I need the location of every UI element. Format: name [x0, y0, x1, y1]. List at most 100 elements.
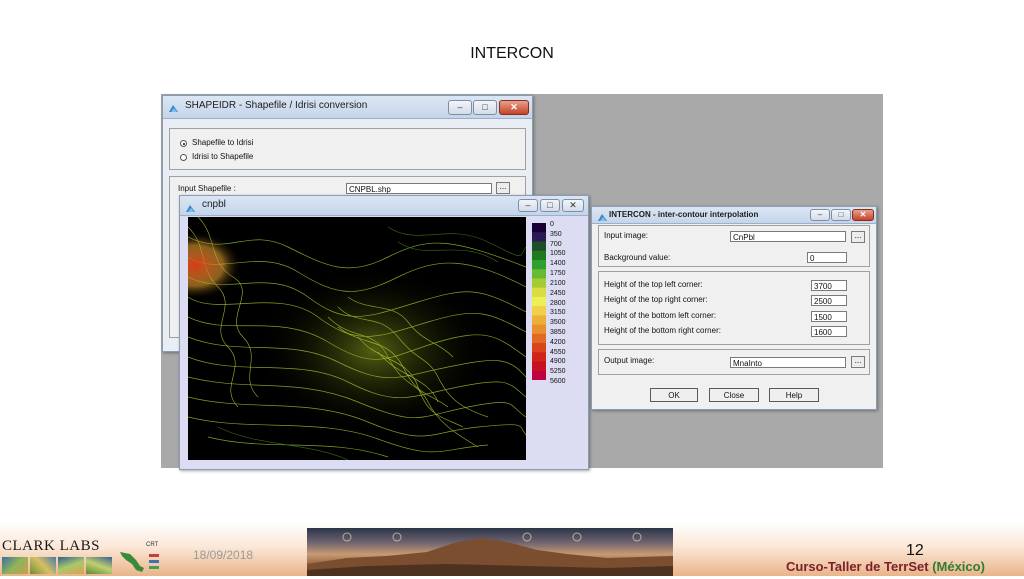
idrisi-app-icon	[185, 201, 196, 212]
input-shapefile-label: Input Shapefile :	[178, 184, 236, 193]
option-label: Idrisi to Shapefile	[192, 152, 254, 161]
corner-heights-group: Height of the top left corner: 3700 Heig…	[598, 271, 870, 345]
legend-label: 4200	[550, 338, 566, 346]
legend-swatch	[532, 296, 546, 307]
legend-label: 3850	[550, 328, 566, 336]
landscape-banner	[307, 528, 673, 576]
legend-swatch	[532, 223, 546, 233]
conversion-type-group: Shapefile to Idrisi Idrisi to Shapefile	[169, 128, 526, 170]
legend-swatch	[532, 370, 546, 380]
legend-swatch	[532, 343, 546, 353]
mexico-map-icon	[118, 548, 146, 574]
input-group: Input image: CnPbl ... Background value:…	[598, 225, 870, 267]
legend-swatch	[532, 259, 546, 270]
close-icon[interactable]: ✕	[852, 209, 874, 221]
thumbnail-image	[30, 557, 56, 574]
ok-button[interactable]: OK	[650, 388, 698, 402]
input-image-label: Input image:	[604, 231, 649, 240]
legend-labels: 0 350 700 1050 1400 1750 2100 2450 2800 3150 3500 3…	[550, 220, 586, 385]
top-right-label: Height of the top right corner:	[604, 295, 708, 304]
legend-swatch	[532, 250, 546, 261]
close-button[interactable]: Close	[709, 388, 759, 402]
logo-thumbnails	[2, 557, 114, 574]
legend-label: 350	[550, 230, 562, 238]
output-group: Output image: MnaInto ...	[598, 349, 870, 375]
cnpbl-window: cnpbl – □ ✕ 0 350 700 1050 1400 1750 210…	[179, 195, 589, 470]
close-icon[interactable]: ✕	[562, 199, 584, 212]
legend-swatch	[532, 306, 546, 316]
input-image-field[interactable]: CnPbl	[730, 231, 846, 242]
legend-label: 3150	[550, 309, 566, 317]
background-value-field[interactable]: 0	[807, 252, 847, 263]
minimize-icon[interactable]: –	[810, 209, 830, 221]
legend-label: 4550	[550, 348, 566, 356]
window-title: cnpbl	[202, 199, 226, 210]
shapeidr-titlebar[interactable]: SHAPEIDR - Shapefile / Idrisi conversion…	[163, 96, 532, 119]
legend-label: 700	[550, 240, 562, 248]
thumbnail-image	[2, 557, 28, 574]
crt-logo-icon	[148, 552, 160, 572]
radio-shapefile-to-idrisi[interactable]	[180, 140, 187, 147]
browse-input-button[interactable]: ...	[851, 231, 865, 243]
top-left-label: Height of the top left corner:	[604, 280, 703, 289]
slide-footer: CLARK LABS CRT 18/09/2018 12 Curso-Talle…	[0, 522, 1024, 576]
option-label: Shapefile to Idrisi	[192, 138, 254, 147]
output-image-field[interactable]: MnaInto	[730, 357, 846, 368]
legend-swatch	[532, 278, 546, 289]
slide-title: INTERCON	[470, 45, 554, 62]
legend-label: 4900	[550, 358, 566, 366]
legend-swatch	[532, 352, 546, 363]
window-title: INTERCON - inter-contour interpolation	[609, 210, 759, 219]
output-image-label: Output image:	[604, 356, 655, 365]
idrisi-app-icon	[597, 210, 608, 221]
bottom-left-label: Height of the bottom left corner:	[604, 311, 717, 320]
legend-label: 2450	[550, 289, 566, 297]
thumbnail-image	[86, 557, 112, 574]
legend-label: 1050	[550, 250, 566, 258]
legend-swatch	[532, 232, 546, 242]
contour-map[interactable]	[188, 217, 526, 460]
slide-date: 18/09/2018	[193, 548, 254, 562]
legend-label: 5600	[550, 378, 566, 385]
course-name: Curso-Taller de TerrSet (México)	[786, 559, 985, 574]
window-title: SHAPEIDR - Shapefile / Idrisi conversion	[185, 100, 368, 111]
page-number: 12	[906, 542, 924, 559]
minimize-icon[interactable]: –	[448, 100, 472, 115]
bottom-left-field[interactable]: 1500	[811, 311, 847, 322]
help-button[interactable]: Help	[769, 388, 819, 402]
top-left-field[interactable]: 3700	[811, 280, 847, 291]
legend-swatch	[532, 241, 546, 252]
radio-idrisi-to-shapefile[interactable]	[180, 154, 187, 161]
legend-swatch	[532, 269, 546, 279]
crt-logo-text: CRT	[146, 542, 159, 548]
bottom-right-field[interactable]: 1600	[811, 326, 847, 337]
browse-output-button[interactable]: ...	[851, 356, 865, 368]
legend-swatch	[532, 315, 546, 326]
thumbnail-image	[58, 557, 84, 574]
intercon-titlebar[interactable]: INTERCON - inter-contour interpolation –…	[592, 207, 876, 224]
clark-labs-logo: CLARK LABS	[2, 538, 100, 554]
legend-label: 1750	[550, 270, 566, 278]
legend-label: 0	[550, 221, 554, 228]
legend-label: 2800	[550, 299, 566, 307]
idrisi-app-icon	[168, 101, 179, 112]
cnpbl-titlebar[interactable]: cnpbl – □ ✕	[180, 196, 588, 216]
course-country: (México)	[932, 559, 985, 574]
legend-colorbar	[532, 223, 546, 380]
minimize-icon[interactable]: –	[518, 199, 538, 212]
legend-label: 5250	[550, 368, 566, 376]
legend-label: 1400	[550, 260, 566, 268]
legend-label: 3500	[550, 319, 566, 327]
input-shapefile-field[interactable]: CNPBL.shp	[346, 183, 492, 194]
background-value-label: Background value:	[604, 253, 671, 262]
intercon-window: INTERCON - inter-contour interpolation –…	[591, 206, 877, 410]
legend-swatch	[532, 324, 546, 335]
maximize-icon[interactable]: □	[473, 100, 497, 115]
browse-button[interactable]: ...	[496, 182, 510, 194]
legend-swatch	[532, 333, 546, 344]
maximize-icon[interactable]: □	[540, 199, 560, 212]
close-icon[interactable]: ✕	[499, 100, 529, 115]
course-title: Curso-Taller de TerrSet	[786, 559, 929, 574]
top-right-field[interactable]: 2500	[811, 295, 847, 306]
maximize-icon[interactable]: □	[831, 209, 851, 221]
